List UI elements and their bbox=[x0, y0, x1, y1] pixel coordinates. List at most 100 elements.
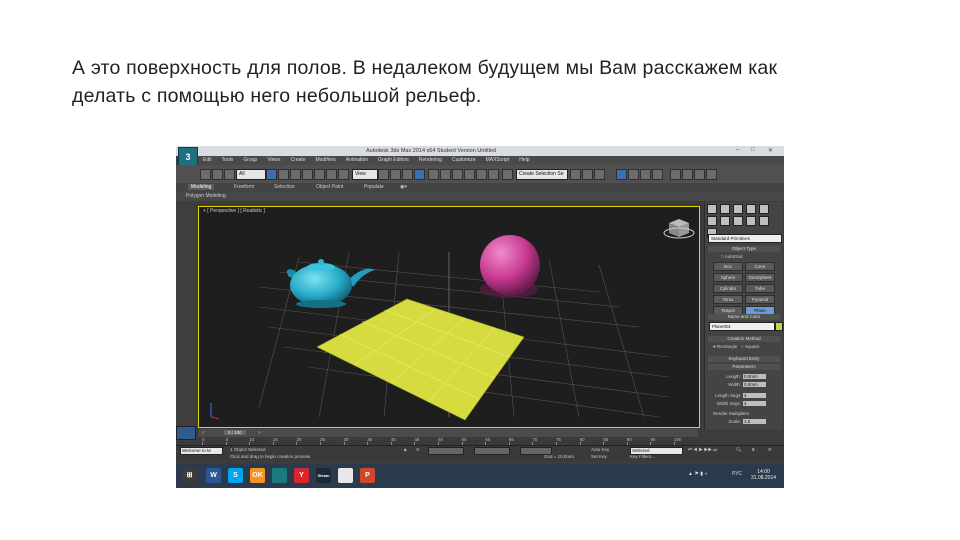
word-icon[interactable]: W bbox=[206, 468, 221, 483]
tab-selection[interactable]: Selection bbox=[274, 184, 295, 190]
menu-item-modifiers[interactable]: Modifiers bbox=[315, 156, 335, 165]
motion-tab-icon[interactable] bbox=[746, 204, 756, 214]
percent-snap-icon[interactable] bbox=[440, 169, 451, 180]
select-object-icon[interactable] bbox=[266, 169, 277, 180]
object-name-input[interactable]: Plane001 bbox=[709, 322, 775, 331]
next-frame-icon[interactable]: > bbox=[258, 430, 261, 435]
tab-populate[interactable]: Populate bbox=[364, 184, 384, 190]
graphite-toggle-icon[interactable] bbox=[570, 169, 581, 180]
shapes-icon[interactable] bbox=[720, 216, 730, 226]
menu-item-group[interactable]: Group bbox=[243, 156, 257, 165]
maximize-icon[interactable]: □ bbox=[751, 147, 755, 153]
viewport-label[interactable]: + [ Perspective ] [ Realistic ] bbox=[203, 208, 265, 214]
menu-item-edit[interactable]: Edit bbox=[203, 156, 212, 165]
render-in-cloud-icon[interactable] bbox=[706, 169, 717, 180]
box-button[interactable]: Box bbox=[713, 262, 743, 271]
pan-icon[interactable]: ✋︎ bbox=[752, 447, 755, 452]
close-icon[interactable]: ✕ bbox=[768, 147, 773, 154]
reference-coordinate-dropdown[interactable]: View bbox=[352, 169, 378, 180]
orbit-icon[interactable]: ⟳ bbox=[768, 447, 772, 453]
render-iterative-icon[interactable] bbox=[670, 169, 681, 180]
display-tab-icon[interactable] bbox=[759, 204, 769, 214]
odnoklassniki-icon[interactable]: OK bbox=[250, 468, 265, 483]
maxscript-listener[interactable]: Welcome to M bbox=[180, 447, 223, 455]
edit-named-selection-icon[interactable] bbox=[464, 169, 475, 180]
rotate-icon[interactable] bbox=[326, 169, 337, 180]
torus-button[interactable]: Torus bbox=[713, 295, 743, 304]
primitive-category-dropdown[interactable]: Standard Primitives bbox=[708, 234, 782, 243]
geosphere-button[interactable]: GeoSphere bbox=[745, 273, 775, 282]
cone-button[interactable]: Cone bbox=[745, 262, 775, 271]
geometry-icon[interactable] bbox=[707, 216, 717, 226]
time-slider-thumb[interactable]: 0 / 100 bbox=[224, 430, 246, 435]
menu-item-maxscript[interactable]: MAXScript bbox=[486, 156, 510, 165]
menu-item-animation[interactable]: Animation bbox=[346, 156, 368, 165]
move-icon[interactable] bbox=[314, 169, 325, 180]
track-bar[interactable]: 0 5 10 15 20 25 30 35 40 45 50 55 60 65 70 75 80 85 90 95 10… bbox=[198, 437, 702, 445]
menu-item-tools[interactable]: Tools bbox=[222, 156, 234, 165]
render-production-icon[interactable] bbox=[652, 169, 663, 180]
zoom-icon[interactable]: 🔍︎ bbox=[736, 447, 742, 453]
perspective-viewport[interactable]: + [ Perspective ] [ Realistic ] bbox=[198, 206, 700, 428]
3dsmax-taskbar-icon[interactable] bbox=[272, 468, 287, 483]
menu-item-help[interactable]: Help bbox=[519, 156, 529, 165]
tab-freeform[interactable]: Freeform bbox=[234, 184, 254, 190]
square-radio[interactable]: ○ Square bbox=[741, 344, 759, 349]
file-explorer-icon[interactable] bbox=[338, 468, 353, 483]
pivot-icon[interactable] bbox=[378, 169, 389, 180]
link-icon[interactable] bbox=[224, 169, 235, 180]
mirror-icon[interactable] bbox=[476, 169, 487, 180]
autogrid-checkbox[interactable]: □ AutoGrid bbox=[721, 254, 743, 259]
render-setup-icon[interactable] bbox=[628, 169, 639, 180]
width-spinner[interactable]: 0,0mm bbox=[743, 382, 766, 388]
cylinder-button[interactable]: Cylinder bbox=[713, 284, 743, 293]
creation-method-rollout[interactable]: Creation Method bbox=[708, 336, 780, 342]
auto-key-button[interactable]: Auto Key bbox=[591, 447, 609, 452]
rendered-frame-icon[interactable] bbox=[640, 169, 651, 180]
start-button-icon[interactable]: ⊞ bbox=[182, 468, 197, 483]
modify-tab-icon[interactable] bbox=[720, 204, 730, 214]
select-by-name-icon[interactable] bbox=[278, 169, 289, 180]
minimize-icon[interactable]: – bbox=[736, 147, 739, 153]
name-color-rollout[interactable]: Name and Color bbox=[708, 314, 780, 320]
named-selection-sets[interactable]: Create Selection Se bbox=[516, 169, 568, 180]
keyboard-shortcut-icon[interactable] bbox=[402, 169, 413, 180]
pyramid-button[interactable]: Pyramid bbox=[745, 295, 775, 304]
angle-snap-icon[interactable] bbox=[428, 169, 439, 180]
create-tab-icon[interactable] bbox=[707, 204, 717, 214]
snaps-toggle-icon[interactable] bbox=[414, 169, 425, 180]
helpers-icon[interactable] bbox=[759, 216, 769, 226]
align-icon[interactable] bbox=[488, 169, 499, 180]
selection-filter[interactable]: All bbox=[236, 169, 266, 180]
time-slider[interactable]: < 0 / 100 > bbox=[198, 429, 698, 437]
object-color-swatch[interactable] bbox=[775, 322, 783, 331]
x-coordinate-field[interactable] bbox=[428, 447, 464, 455]
object-type-rollout[interactable]: Object Type bbox=[708, 246, 780, 252]
active-shade-icon[interactable] bbox=[694, 169, 705, 180]
viewport-layout-icon[interactable] bbox=[176, 426, 196, 440]
app-logo-icon[interactable]: 3 bbox=[178, 147, 198, 167]
cameras-icon[interactable] bbox=[746, 216, 756, 226]
tray-icons[interactable]: ▲ ⚑ ▮ ◖ bbox=[688, 471, 707, 477]
select-manipulate-icon[interactable] bbox=[390, 169, 401, 180]
sphere-button[interactable]: Sphere bbox=[713, 273, 743, 282]
playback-controls[interactable]: ⏮ ◀ ▶ ▶▶ ⏭ bbox=[688, 447, 717, 452]
lights-icon[interactable] bbox=[733, 216, 743, 226]
menu-item-graph-editors[interactable]: Graph Editors bbox=[378, 156, 409, 165]
menu-item-rendering[interactable]: Rendering bbox=[419, 156, 442, 165]
layer-icon[interactable] bbox=[502, 169, 513, 180]
keyboard-language[interactable]: РУС bbox=[732, 471, 742, 477]
parameters-rollout[interactable]: Parameters bbox=[708, 364, 780, 370]
tab-object-paint[interactable]: Object Paint bbox=[316, 184, 343, 190]
redo-icon[interactable] bbox=[212, 169, 223, 180]
y-coordinate-field[interactable] bbox=[474, 447, 510, 455]
powerpoint-icon[interactable]: P bbox=[360, 468, 375, 483]
polygon-modeling-label[interactable]: Polygon Modeling bbox=[186, 193, 226, 199]
menu-item-customize[interactable]: Customize bbox=[452, 156, 476, 165]
key-filters-button[interactable]: Key Filters... bbox=[630, 454, 655, 459]
menu-item-create[interactable]: Create bbox=[290, 156, 305, 165]
hierarchy-tab-icon[interactable] bbox=[733, 204, 743, 214]
length-spinner[interactable]: 0,0mm bbox=[743, 374, 766, 380]
tab-modeling[interactable]: Modeling bbox=[188, 184, 215, 190]
rectangle-radio[interactable]: ● Rectangle bbox=[713, 344, 737, 349]
